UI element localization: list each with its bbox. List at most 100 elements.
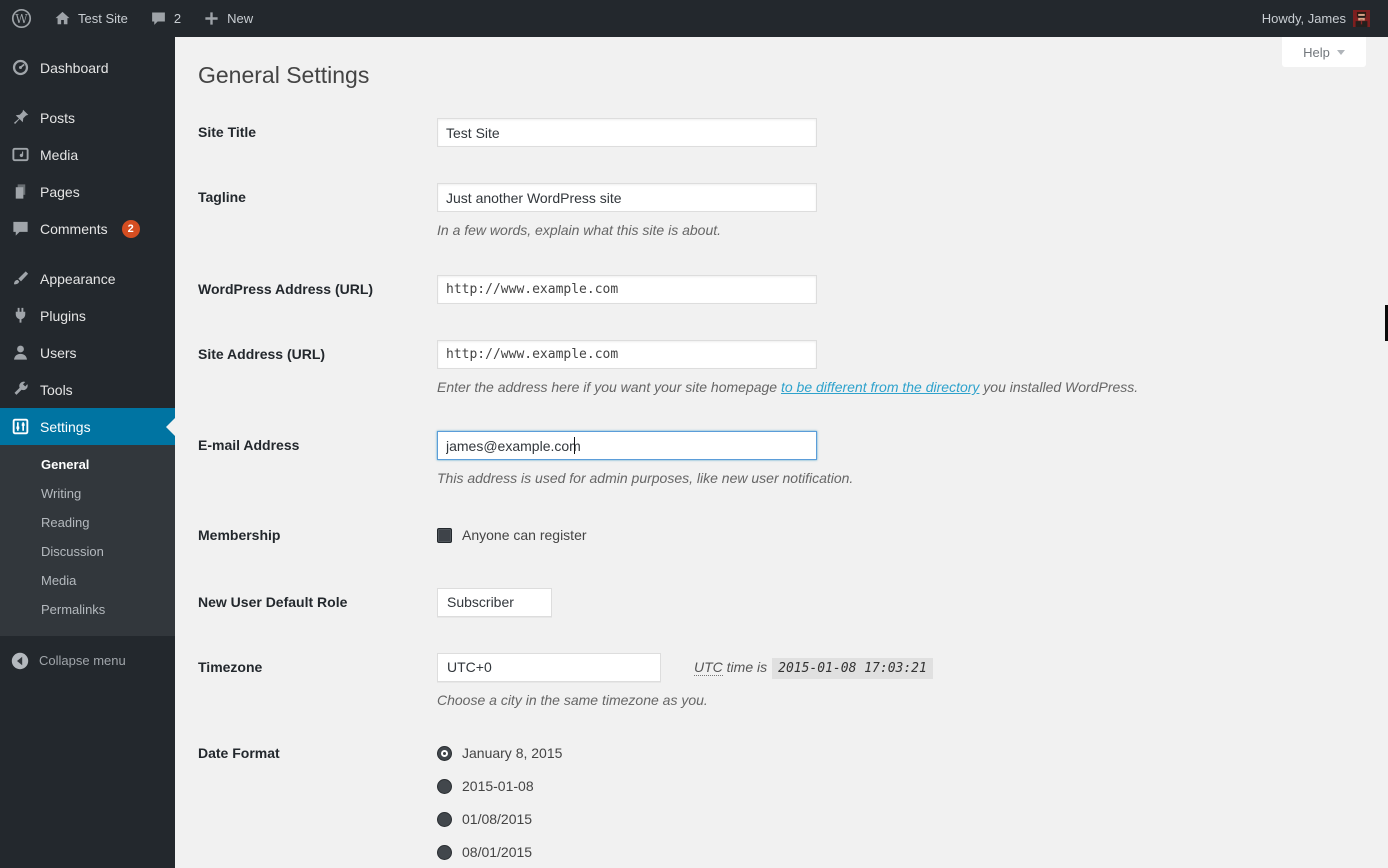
checkbox-label: Anyone can register [462,527,587,544]
radio-label: 01/08/2015 [462,811,532,828]
sidebar-item-label: Posts [40,110,75,126]
comment-bubble-icon [150,10,167,27]
plus-icon [203,10,220,27]
sidebar-item-pages[interactable]: Pages [0,173,175,210]
site-title-input[interactable] [437,118,817,147]
description-text: you installed WordPress. [979,379,1138,395]
new-label: New [227,11,253,26]
main-content: Help General Settings Site Title Tagline… [175,37,1388,868]
wordpress-address-label: WordPress Address (URL) [198,275,437,304]
tagline-label: Tagline [198,183,437,239]
sidebar-item-label: Pages [40,184,80,200]
sidebar-item-label: Settings [40,419,91,435]
site-address-input[interactable] [437,340,817,369]
help-label: Help [1303,45,1330,60]
sidebar-item-label: Dashboard [40,60,109,76]
settings-submenu: General Writing Reading Discussion Media… [0,445,175,636]
email-label: E-mail Address [198,431,437,487]
default-role-select[interactable]: Subscriber [437,588,552,617]
submenu-item-discussion[interactable]: Discussion [0,537,175,566]
wrench-icon [11,380,30,399]
user-icon [11,343,30,362]
utc-time-value: 2015-01-08 17:03:21 [772,658,933,679]
submenu-item-media[interactable]: Media [0,566,175,595]
active-menu-arrow [166,418,175,436]
admin-menu: Dashboard Posts Media Pages Comments 2 [0,37,175,679]
timezone-description: Choose a city in the same timezone as yo… [437,692,933,709]
admin-bar-right: Howdy, James [1251,0,1388,37]
collapse-arrow-icon [10,651,30,671]
sidebar-item-posts[interactable]: Posts [0,99,175,136]
site-menu[interactable]: Test Site [43,0,139,37]
wordpress-address-row: WordPress Address (URL) [198,275,1368,304]
sidebar-item-label: Users [40,345,77,361]
email-field[interactable] [437,431,817,460]
new-content-menu[interactable]: New [192,0,264,37]
radio-label: 08/01/2015 [462,844,532,861]
page-title: General Settings [198,60,1368,90]
utc-time-text: time is [727,659,767,675]
help-tab-button[interactable]: Help [1282,37,1366,67]
submenu-item-writing[interactable]: Writing [0,479,175,508]
radio-button-selected[interactable] [437,746,452,761]
sidebar-item-label: Plugins [40,308,86,324]
date-format-option-4[interactable]: 08/01/2015 [437,844,562,861]
tagline-input[interactable] [437,183,817,212]
sidebar-item-dashboard[interactable]: Dashboard [0,49,175,86]
sidebar-item-comments[interactable]: Comments 2 [0,210,175,247]
sidebar-item-media[interactable]: Media [0,136,175,173]
sidebar-item-appearance[interactable]: Appearance [0,260,175,297]
sidebar-item-plugins[interactable]: Plugins [0,297,175,334]
default-role-label: New User Default Role [198,588,437,617]
wp-logo-menu[interactable]: W [0,0,43,37]
radio-button[interactable] [437,812,452,827]
radio-button[interactable] [437,779,452,794]
sidebar: Dashboard Posts Media Pages Comments 2 [0,37,175,868]
membership-checkbox-row[interactable]: Anyone can register [437,527,587,544]
sidebar-item-users[interactable]: Users [0,334,175,371]
site-address-row: Site Address (URL) Enter the address her… [198,340,1368,396]
svg-text:W: W [15,12,28,26]
general-settings-form: Site Title Tagline In a few words, expla… [198,118,1368,861]
date-format-option-1[interactable]: January 8, 2015 [437,745,562,762]
menu-separator [0,247,175,260]
sidebar-item-tools[interactable]: Tools [0,371,175,408]
anyone-can-register-checkbox[interactable] [437,528,452,543]
pages-icon [11,182,30,201]
radio-label: January 8, 2015 [462,745,562,762]
tagline-row: Tagline In a few words, explain what thi… [198,183,1368,239]
submenu-item-reading[interactable]: Reading [0,508,175,537]
wordpress-address-input[interactable] [437,275,817,304]
admin-bar-left: W Test Site 2 New [0,0,264,37]
timezone-row: Timezone UTC+0 UTC time is2015-01-08 17:… [198,653,1368,709]
membership-row: Membership Anyone can register [198,527,1368,544]
settings-icon [11,417,30,436]
collapse-menu-button[interactable]: Collapse menu [0,642,175,679]
site-address-label: Site Address (URL) [198,340,437,396]
home-icon [54,10,71,27]
pushpin-icon [11,108,30,127]
admin-bar: W Test Site 2 New Howdy, James [0,0,1388,37]
comments-shortcut[interactable]: 2 [139,0,192,37]
utc-abbr: UTC [694,659,723,676]
my-account-menu[interactable]: Howdy, James [1251,0,1381,37]
comments-pending-badge: 2 [122,220,140,238]
paintbrush-icon [11,269,30,288]
site-name: Test Site [78,11,128,26]
tagline-description: In a few words, explain what this site i… [437,222,817,239]
radio-label: 2015-01-08 [462,778,534,795]
date-format-option-2[interactable]: 2015-01-08 [437,778,562,795]
sidebar-item-settings[interactable]: Settings [0,408,175,445]
wordpress-logo-icon: W [11,8,32,29]
site-title-label: Site Title [198,118,437,147]
different-directory-link[interactable]: to be different from the directory [781,379,979,395]
chevron-down-icon [1337,50,1345,55]
comments-count: 2 [174,11,181,26]
submenu-item-general[interactable]: General [0,450,175,479]
radio-button[interactable] [437,845,452,860]
date-format-option-3[interactable]: 01/08/2015 [437,811,562,828]
submenu-item-permalinks[interactable]: Permalinks [0,595,175,624]
site-title-row: Site Title [198,118,1368,147]
membership-label: Membership [198,527,437,544]
timezone-select[interactable]: UTC+0 [437,653,661,682]
